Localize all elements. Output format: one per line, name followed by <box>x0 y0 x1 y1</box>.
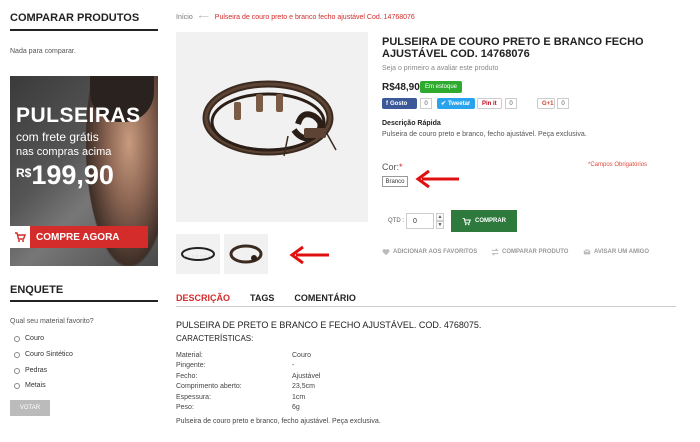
sidebar: COMPARAR PRODUTOS Nada para comparar. PU… <box>0 0 160 442</box>
poll-option[interactable]: Couro <box>14 335 44 342</box>
radio-icon[interactable] <box>14 367 20 374</box>
quantity-input[interactable] <box>406 213 434 229</box>
poll-option[interactable]: Pedras <box>14 367 47 374</box>
cart-icon <box>462 217 471 225</box>
description-footer: Pulseira de couro preto e branco, fecho … <box>176 418 381 425</box>
cart-icon <box>10 226 30 248</box>
banner-price-value: 199,90 <box>31 160 114 190</box>
divider <box>176 306 676 307</box>
characteristics-heading: CARACTERÍSTICAS: <box>176 334 254 343</box>
breadcrumb-current: Pulseira de couro preto e branco fecho a… <box>214 13 415 21</box>
twitter-icon: ✔ <box>441 101 447 107</box>
buy-now-label: COMPRE AGORA <box>36 231 120 243</box>
google-plus-count: 0 <box>557 98 569 109</box>
product-title: PULSEIRA DE COURO PRETO E BRANCO FECHO A… <box>382 36 644 60</box>
tab-description[interactable]: DESCRIÇÃO <box>176 293 230 303</box>
notify-friend-link[interactable]: AVISAR UM AMIGO <box>583 248 649 256</box>
radio-icon[interactable] <box>14 335 20 342</box>
spec-row: Material: Couro <box>176 351 312 359</box>
spec-row: Espessura: 1cm <box>176 393 306 401</box>
banner-price: R$199,90 <box>16 160 114 191</box>
poll-option[interactable]: Couro Sintético <box>14 351 73 358</box>
spec-row: Fecho: Ajustável <box>176 372 321 380</box>
add-favorites-link[interactable]: ADICIONAR AOS FAVORITOS <box>382 248 477 256</box>
heart-icon <box>382 249 390 256</box>
short-description-text: Pulseira de couro preto e branco, fecho … <box>382 131 587 138</box>
product-tabs: DESCRIÇÃO TAGS COMENTÁRIO <box>176 293 376 303</box>
compare-title: COMPARAR PRODUTOS <box>10 12 140 24</box>
breadcrumb: Início ⟵ Pulseira de couro preto e branc… <box>176 13 415 22</box>
color-label: Cor:* <box>382 162 403 172</box>
short-description-heading: Descrição Rápida <box>382 120 441 127</box>
spec-table: Material: Couro Pingente: - Fecho: Ajustáve… <box>176 350 320 413</box>
divider <box>10 300 158 302</box>
pin-count: 0 <box>505 98 517 109</box>
product-thumbnail[interactable] <box>176 234 220 274</box>
divider <box>10 29 158 31</box>
quantity-label: QTD : <box>388 218 404 224</box>
radio-icon[interactable] <box>14 382 20 389</box>
bracelet-thumb-image <box>229 244 263 264</box>
arrow-left-icon: ⟵ <box>198 14 209 21</box>
buy-button[interactable]: COMPRAR <box>451 210 517 232</box>
banner-line2: com frete grátis <box>16 130 99 144</box>
required-fields-note: *Campos Obrigatórios <box>588 162 648 168</box>
compare-icon <box>491 248 499 256</box>
stock-badge: Em estoque <box>420 81 463 93</box>
share-icon <box>583 249 591 255</box>
product-main-image[interactable] <box>176 32 368 222</box>
chevron-up-icon[interactable]: ▲ <box>436 213 444 221</box>
vote-button[interactable]: VOTAR <box>10 400 50 416</box>
banner-currency: R$ <box>16 166 32 180</box>
radio-icon[interactable] <box>14 351 20 358</box>
breadcrumb-home[interactable]: Início <box>176 14 193 21</box>
spec-row: Peso: 6g <box>176 404 300 412</box>
buy-now-button[interactable]: COMPRE AGORA <box>10 226 148 248</box>
description-title: PULSEIRA DE PRETO E BRANCO E FECHO AJUST… <box>176 320 482 330</box>
product-price: R$48,90 <box>382 82 420 93</box>
bracelet-image <box>202 80 337 157</box>
arrow-left-icon <box>415 169 459 189</box>
tweet-button[interactable]: ✔ Tweetar <box>437 98 475 109</box>
banner-headline: PULSEIRAS <box>16 104 141 127</box>
bracelet-thumb-image <box>181 247 215 261</box>
review-prompt[interactable]: Seja o primeiro a avaliar este produto <box>382 65 498 72</box>
spec-row: Pingente: - <box>176 362 295 370</box>
google-plus-button[interactable]: G+1 <box>537 98 555 109</box>
pin-it-button[interactable]: Pin it <box>477 98 502 109</box>
required-mark: * <box>399 162 403 172</box>
product-thumbnail[interactable] <box>224 234 268 274</box>
tab-tags[interactable]: TAGS <box>250 293 274 303</box>
facebook-icon: f <box>386 100 388 107</box>
arrow-left-icon <box>289 245 329 265</box>
color-option-branco[interactable]: Branco <box>382 176 408 187</box>
facebook-like-button[interactable]: f Gosto <box>382 98 417 109</box>
tab-comments[interactable]: COMENTÁRIO <box>294 293 356 303</box>
quantity-stepper[interactable]: ▲ ▼ <box>436 213 444 229</box>
spec-row: Comprimento aberto: 23,5cm <box>176 383 315 391</box>
banner-line3: nas compras acima <box>16 146 112 158</box>
buy-label: COMPRAR <box>475 218 506 224</box>
compare-product-link[interactable]: COMPARAR PRODUTO <box>491 248 568 256</box>
poll-option[interactable]: Metais <box>14 382 46 389</box>
poll-question: Qual seu material favorito? <box>10 318 94 325</box>
poll-title: ENQUETE <box>10 284 64 296</box>
compare-empty-text: Nada para comparar. <box>10 48 76 55</box>
promo-banner[interactable]: PULSEIRAS com frete grátis nas compras a… <box>10 76 158 266</box>
chevron-down-icon[interactable]: ▼ <box>436 221 444 229</box>
facebook-count: 0 <box>420 98 432 109</box>
